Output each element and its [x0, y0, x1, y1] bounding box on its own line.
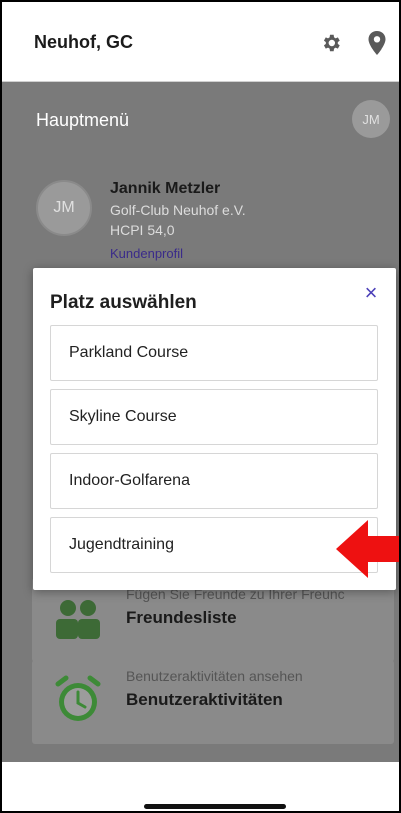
course-option-skyline[interactable]: Skyline Course: [50, 389, 378, 445]
course-option-indoor-golfarena[interactable]: Indoor-Golfarena: [50, 453, 378, 509]
user-activities-subtitle: Benutzeraktivitäten ansehen: [126, 668, 303, 684]
profile-name: Jannik Metzler: [110, 180, 221, 197]
course-option-jugendtraining[interactable]: Jugendtraining: [50, 517, 378, 573]
profile-avatar: JM: [36, 180, 92, 236]
customer-profile-link[interactable]: Kundenprofil: [110, 246, 183, 261]
alarm-clock-icon: [55, 675, 101, 721]
user-activities-title: Benutzeraktivitäten: [126, 690, 283, 709]
section-title: Hauptmenü: [36, 110, 130, 130]
user-activities-card[interactable]: Benutzeraktivitäten ansehen Benutzerakti…: [32, 660, 394, 744]
dialog-title: Platz auswählen: [50, 292, 197, 313]
profile-hcpi: HCPI 54,0: [110, 222, 175, 238]
app-bar: Neuhof, GC: [2, 2, 399, 82]
avatar-initials: JM: [362, 111, 380, 127]
gear-icon[interactable]: [320, 32, 342, 54]
club-title: Neuhof, GC: [34, 32, 133, 52]
home-indicator[interactable]: [144, 804, 286, 809]
location-pin-icon[interactable]: [368, 31, 386, 55]
phone-frame: Neuhof, GC Hauptmenü JM JM Jannik Metzle…: [0, 0, 401, 813]
friends-icon: [56, 600, 100, 639]
avatar[interactable]: JM: [352, 100, 390, 138]
red-arrow-left-icon: [336, 520, 399, 578]
course-option-parkland[interactable]: Parkland Course: [50, 325, 378, 381]
close-icon[interactable]: ×: [360, 282, 382, 304]
profile-club: Golf-Club Neuhof e.V.: [110, 202, 246, 218]
system-nav-bar: [2, 762, 399, 811]
profile-initials: JM: [53, 199, 75, 216]
friends-card[interactable]: Fügen Sie Freunde zu Ihrer Freunc Freund…: [32, 578, 394, 662]
friends-card-title: Freundesliste: [126, 608, 237, 627]
